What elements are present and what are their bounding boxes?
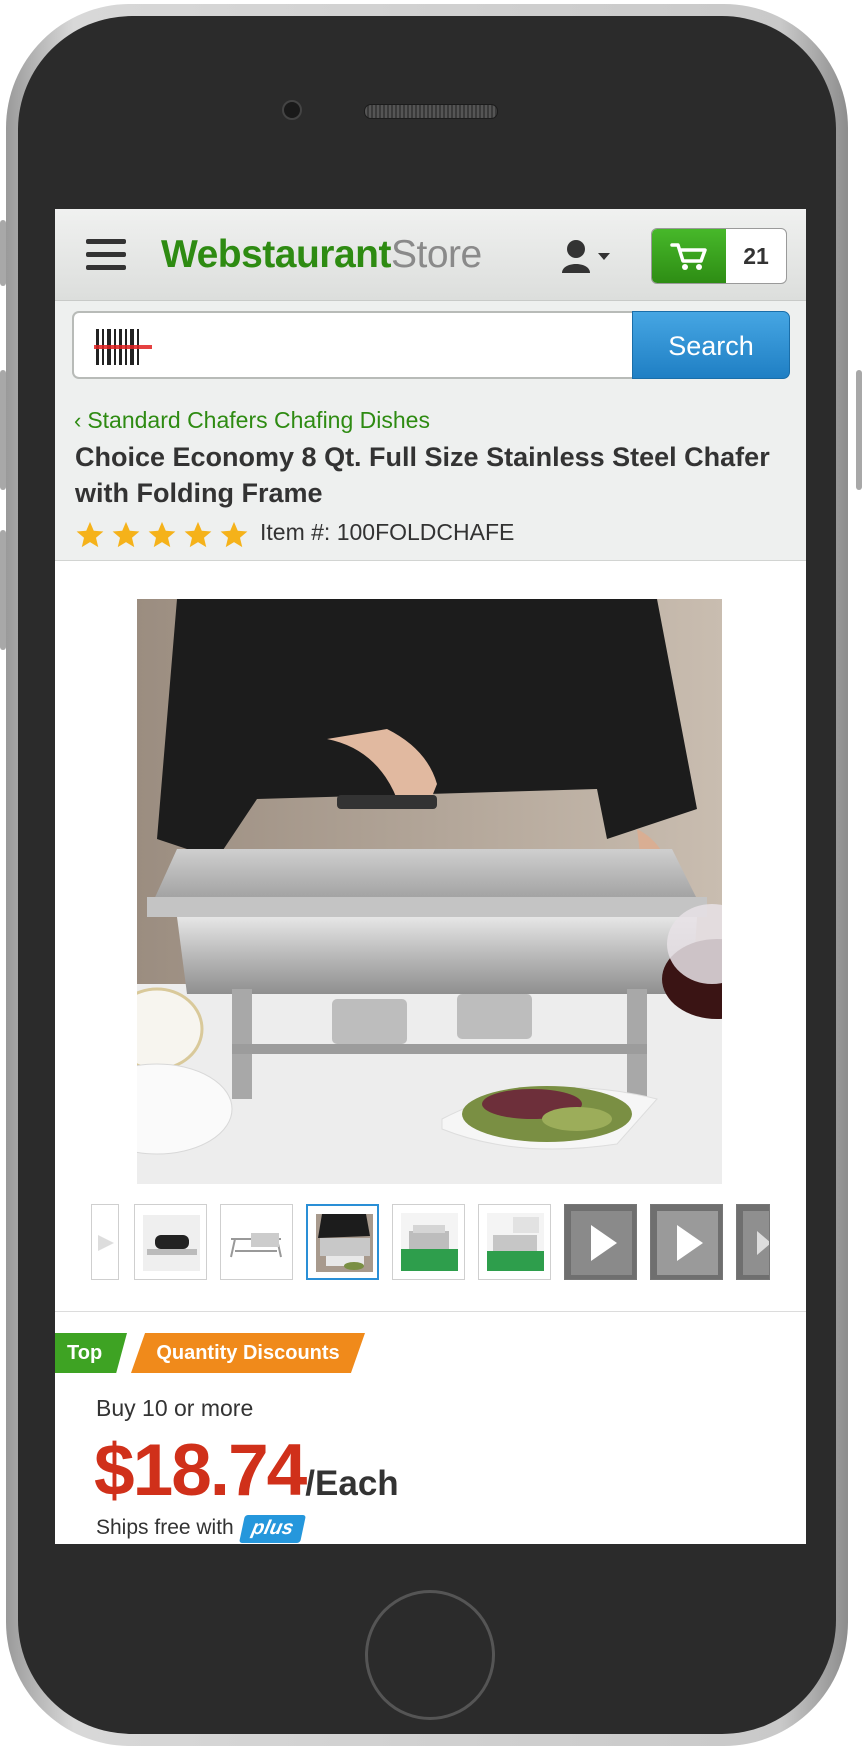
thumbnail-chef[interactable] [306, 1204, 379, 1280]
thumbnail-frame[interactable] [220, 1204, 293, 1280]
barcode-scan-icon[interactable] [94, 327, 152, 367]
star-icon [220, 521, 248, 548]
product-image[interactable] [81, 599, 772, 1184]
star-icon [148, 521, 176, 548]
thumbnail-handle[interactable] [134, 1204, 207, 1280]
price: $18.74/Each [94, 1429, 399, 1512]
mute-switch [0, 220, 6, 286]
search-input[interactable] [72, 311, 632, 379]
star-icon [184, 521, 212, 548]
site-header: WebstaurantStore 21 [55, 209, 806, 301]
earpiece-speaker [364, 104, 498, 119]
cart-button[interactable]: 21 [651, 228, 787, 284]
price-amount: $18.74 [94, 1430, 307, 1511]
star-icon [112, 521, 140, 548]
thumbnail-carousel[interactable] [55, 1204, 806, 1288]
power-button [856, 370, 862, 490]
front-camera [282, 100, 302, 120]
tab-top[interactable]: Top [55, 1333, 127, 1373]
account-icon[interactable] [560, 239, 614, 275]
volume-down-button [0, 530, 6, 650]
logo[interactable]: WebstaurantStore [161, 233, 482, 277]
thumbnail-video-2[interactable] [650, 1204, 723, 1280]
volume-up-button [0, 370, 6, 490]
cart-icon [652, 229, 726, 283]
star-icon [76, 521, 104, 548]
product-header: ‹ Standard Chafers Chafing Dishes Choice … [55, 389, 806, 561]
thumbnail-partial[interactable] [91, 1204, 119, 1280]
breadcrumb[interactable]: ‹ Standard Chafers Chafing Dishes [74, 407, 430, 434]
thumbnail-video-1[interactable] [564, 1204, 637, 1280]
thumbnail-video-partial[interactable] [736, 1204, 770, 1280]
rating-stars[interactable] [75, 520, 249, 550]
search-bar: Search [55, 301, 806, 389]
item-number: Item #: 100FOLDCHAFE [260, 519, 515, 545]
thumbnail-chafer-open[interactable] [478, 1204, 551, 1280]
tab-quantity-discounts[interactable]: Quantity Discounts [131, 1333, 365, 1373]
chevron-left-icon: ‹ [74, 408, 82, 433]
home-button[interactable] [365, 1590, 495, 1720]
free-shipping-note: Ships free with plus [96, 1515, 306, 1543]
screen: WebstaurantStore 21 Search ‹ Standard Ch… [55, 209, 806, 1544]
price-unit: /Each [305, 1464, 399, 1503]
cart-count: 21 [743, 243, 769, 269]
page-title: Choice Economy 8 Qt. Full Size Stainless… [75, 442, 770, 508]
thumbnail-chafer-green[interactable] [392, 1204, 465, 1280]
plus-badge[interactable]: plus [238, 1515, 306, 1543]
search-button[interactable]: Search [632, 311, 790, 379]
quantity-discount-label: Buy 10 or more [96, 1395, 254, 1421]
divider [55, 1311, 806, 1312]
menu-icon[interactable] [86, 239, 126, 271]
